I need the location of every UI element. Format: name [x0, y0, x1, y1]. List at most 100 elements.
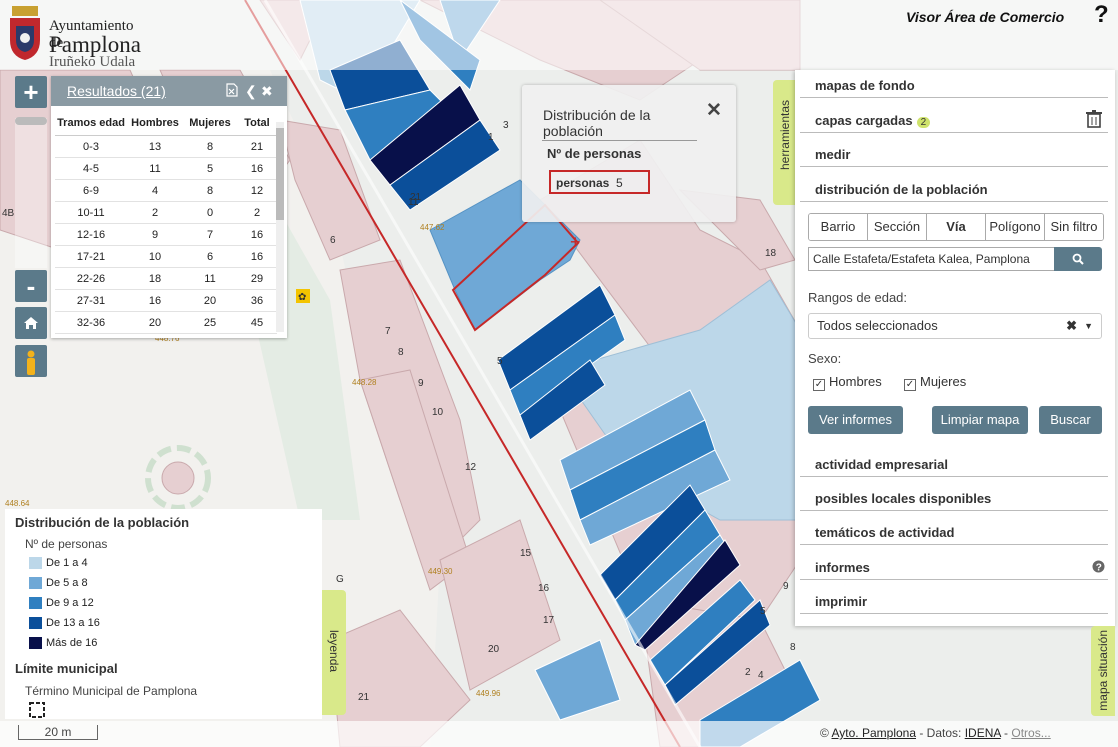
results-title-link[interactable]: Resultados (21) [67, 83, 166, 99]
street-number: 1 [488, 132, 494, 143]
situation-map-tab[interactable]: mapa situación [1091, 626, 1115, 716]
street-view-button[interactable] [15, 345, 47, 377]
table-cell: 16 [127, 289, 183, 312]
situation-map-tab-label[interactable]: mapa situación [1096, 630, 1110, 711]
women-checkbox[interactable]: ✓ Mujeres [904, 374, 966, 391]
city-logo[interactable]: Ayuntamiento de Pamplona Iruñeko Udala [6, 4, 151, 70]
street-number: 7 [385, 326, 391, 337]
section-loaded-layers-label[interactable]: capas cargadas [815, 113, 913, 128]
table-cell: 20 [183, 289, 237, 312]
others-link[interactable]: Otros... [1011, 726, 1050, 740]
divider [800, 97, 1108, 98]
table-row: 27-31 16 20 36 [55, 289, 277, 312]
logo-line-3: Iruñeko Udala [49, 54, 136, 70]
table-cell: 18 [127, 267, 183, 290]
trash-icon[interactable] [1086, 110, 1102, 128]
men-label: Hombres [829, 374, 882, 389]
zoom-out-button[interactable]: - [15, 270, 47, 302]
legend-item-label: De 5 a 8 [46, 577, 88, 589]
popup-close-icon[interactable]: ✕ [706, 99, 722, 122]
svg-text:+: + [570, 232, 581, 252]
checkbox-checked-icon[interactable]: ✓ [813, 379, 825, 391]
street-number: 4B [2, 208, 15, 219]
section-available-premises[interactable]: posibles locales disponibles [815, 491, 991, 506]
section-loaded-layers[interactable]: capas cargadas 2 [815, 113, 931, 128]
section-base-maps[interactable]: mapas de fondo [815, 78, 915, 93]
layers-count-badge: 2 [916, 117, 931, 128]
section-business-activity[interactable]: actividad empresarial [815, 457, 948, 472]
results-header: Resultados (21) ❮ ✖ [51, 76, 287, 106]
street-number: 9 [418, 378, 424, 389]
street-number: 16 [538, 583, 550, 594]
section-reports[interactable]: informes [815, 560, 870, 575]
pegman-icon [27, 350, 35, 376]
filter-tab-barrio[interactable]: Barrio [809, 214, 868, 240]
zoom-in-button[interactable]: + [15, 76, 47, 108]
elevation-label: 449.30 [428, 567, 453, 576]
zoom-slider-track[interactable] [15, 118, 47, 268]
legend-item: De 13 a 16 [29, 617, 100, 630]
street-number: 10 [432, 407, 444, 418]
table-cell: 4-5 [55, 157, 127, 180]
tools-tab-label[interactable]: herramientas [778, 100, 792, 170]
street-number: 5 [497, 356, 503, 367]
view-reports-button[interactable]: Ver informes [808, 406, 903, 434]
divider [800, 510, 1108, 511]
table-cell: 21 [237, 135, 277, 158]
chevron-down-icon[interactable]: ▼ [1084, 314, 1093, 338]
section-population[interactable]: distribución de la población [815, 182, 988, 197]
collapse-left-icon[interactable]: ❮ [245, 83, 257, 100]
idena-link[interactable]: IDENA [965, 726, 1001, 740]
address-search-button[interactable] [1054, 247, 1102, 271]
results-scrollbar[interactable] [276, 122, 284, 332]
clear-icon[interactable]: ✖ [1066, 314, 1077, 338]
question-circle-icon[interactable]: ? [1092, 560, 1105, 573]
boundary-swatch-icon [29, 702, 45, 718]
address-input[interactable]: Calle Estafeta/Estafeta Kalea, Pamplona [808, 247, 1054, 271]
table-cell: 0 [183, 201, 237, 224]
divider [800, 166, 1108, 167]
scale-bar: 20 m [18, 725, 98, 740]
section-print[interactable]: imprimir [815, 594, 867, 609]
table-cell: 8 [183, 179, 237, 202]
women-label: Mujeres [920, 374, 967, 389]
table-cell: 25 [183, 311, 237, 334]
home-button[interactable] [15, 307, 47, 339]
column-header: Total [237, 114, 277, 136]
legend-item: Más de 16 [29, 637, 98, 650]
table-cell: 7 [183, 223, 237, 246]
legend-item-label: De 1 a 4 [46, 557, 88, 569]
legend-item-label: Más de 16 [46, 637, 98, 649]
table-cell: 17-21 [55, 245, 127, 268]
table-cell: 16 [237, 223, 277, 246]
men-checkbox[interactable]: ✓ Hombres [813, 374, 882, 391]
legend-tab[interactable]: leyenda [322, 590, 346, 715]
popup-subtitle: Nº de personas [547, 146, 642, 161]
scrollbar-thumb[interactable] [276, 128, 284, 220]
legend-tab-label[interactable]: leyenda [327, 630, 341, 672]
elevation-label: 447.62 [420, 223, 445, 232]
clear-map-button[interactable]: Limpiar mapa [932, 406, 1028, 434]
age-range-select[interactable]: Todos seleccionados ✖ ▼ [808, 313, 1102, 339]
zoom-slider-handle[interactable] [15, 117, 47, 125]
coat-of-arms-icon [10, 6, 40, 60]
footer-bar: 20 m © Ayto. Pamplona - Datos: IDENA - O… [0, 721, 1118, 747]
search-button[interactable]: Buscar [1039, 406, 1102, 434]
section-measure[interactable]: medir [815, 147, 850, 162]
street-number: 2 [745, 667, 751, 678]
checkbox-checked-icon[interactable]: ✓ [904, 379, 916, 391]
street-number: 20 [488, 644, 500, 655]
tools-tab[interactable]: herramientas [773, 80, 797, 205]
close-icon[interactable]: ✖ [261, 83, 273, 100]
export-excel-icon[interactable] [226, 83, 238, 100]
filter-tab-poligono[interactable]: Polígono [986, 214, 1045, 240]
table-cell: 45 [237, 311, 277, 334]
filter-tab-via[interactable]: Vía [927, 214, 986, 240]
filter-tab-sin-filtro[interactable]: Sin filtro [1045, 214, 1103, 240]
section-thematic[interactable]: temáticos de actividad [815, 525, 954, 540]
ayto-link[interactable]: Ayto. Pamplona [832, 726, 917, 740]
filter-tab-seccion[interactable]: Sección [868, 214, 927, 240]
table-cell: 8 [183, 135, 237, 158]
help-button[interactable]: ? [1094, 1, 1109, 29]
street-number: 4 [758, 670, 764, 681]
